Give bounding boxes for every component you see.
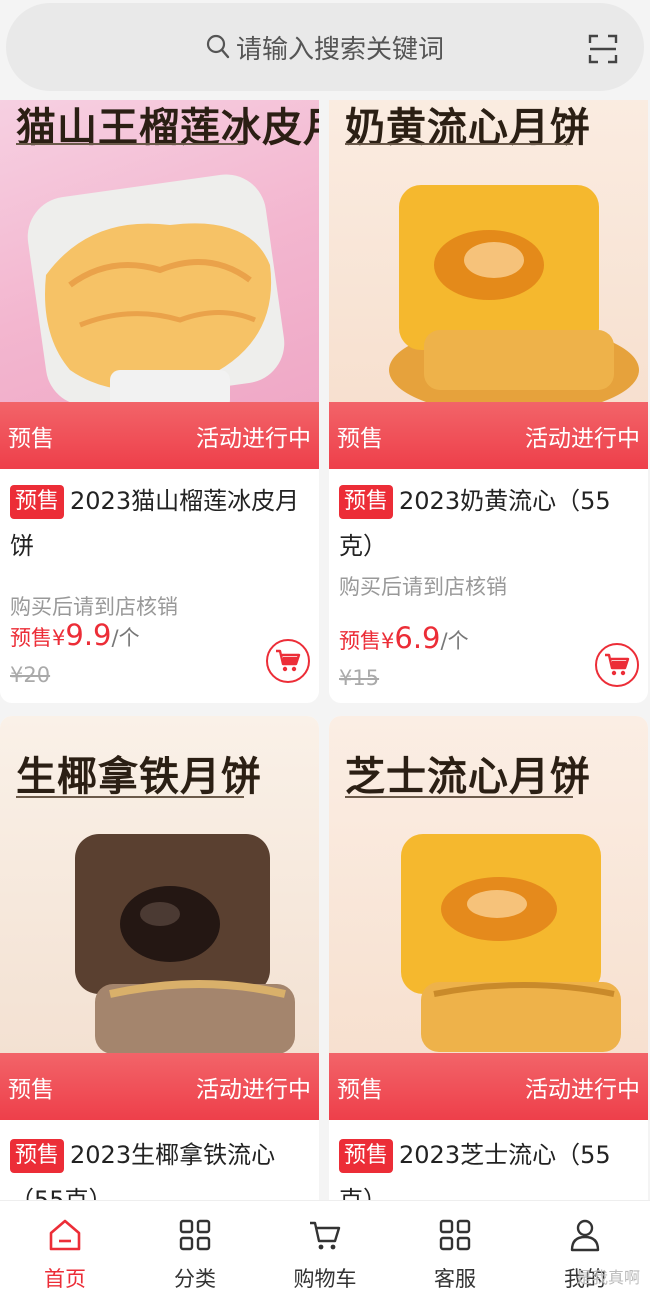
presale-banner: 预售 活动进行中 [329,402,648,469]
product-image-title: 生椰拿铁月饼 [16,753,262,800]
presale-label: 预售 [8,425,54,452]
nav-label: 购物车 [293,1267,357,1291]
presale-tag: 预售 [10,485,65,519]
presale-tag: 预售 [339,1139,394,1173]
search-bar[interactable]: 请输入搜索关键词 [6,3,644,91]
category-icon [179,1219,211,1251]
price-unit: /个 [440,629,469,653]
presale-banner: 预售 活动进行中 [0,1053,319,1120]
original-price: ¥15 [339,666,380,690]
cart-icon [310,1221,341,1250]
original-price: ¥20 [10,663,51,687]
activity-status: 活动进行中 [525,425,640,452]
nav-item-home[interactable]: 首页 [0,1201,130,1298]
nav-label: 分类 [174,1267,216,1291]
mooncake-image [389,185,639,405]
product-image[interactable]: 芝士流心月饼 [329,716,648,1056]
presale-tag: 预售 [10,1139,65,1173]
activity-status: 活动进行中 [196,1076,311,1103]
add-to-cart-button[interactable] [595,643,639,687]
price-row: 预售¥ 6.9 /个 [339,621,469,655]
product-card[interactable]: 芝士流心月饼 预售 活动进行中 预售2023芝士流心（55克） [329,716,648,1216]
product-info: 预售 2023奶黄流心（55克） 购买后请到店核销 [329,479,648,601]
activity-status: 活动进行中 [196,425,311,452]
product-image-title: 芝士流心月饼 [345,753,591,800]
search-header: 请输入搜索关键词 [0,0,650,100]
presale-label: 预售 [337,425,383,452]
nav-label: 首页 [44,1267,86,1291]
add-to-cart-button[interactable] [266,639,310,683]
price-row: 预售¥ 9.9 /个 [10,618,140,652]
nav-label: 客服 [434,1267,476,1291]
nav-item-cart[interactable]: 购物车 [260,1201,390,1298]
mooncake-image [401,834,621,1052]
cart-icon [276,649,301,672]
product-card[interactable]: 奶黄流心月饼 预售 活动进行中 预售 2023奶黄流心（55克） 购买后请到店核销… [329,45,648,703]
price-value: 6.9 [394,621,441,655]
product-name-row[interactable]: 预售 2023奶黄流心（55克） [339,479,638,569]
price-label: 预售¥ [10,626,66,650]
product-card[interactable]: 生椰拿铁月饼 预售 活动进行中 预售2023生椰拿铁流心（55克） [0,716,319,1216]
title-underline [345,796,573,798]
presale-tag: 预售 [339,485,394,519]
product-card[interactable]: 猫山王榴莲冰皮月饼 预售 活动进行中 预售2023猫山榴莲冰皮月饼 购买后请到店… [0,45,319,703]
price-label: 预售¥ [339,629,395,653]
bottom-nav: 首页 分类 购物车 客服 我的 [0,1200,650,1298]
price-value: 9.9 [65,618,112,652]
presale-banner: 预售 活动进行中 [329,1053,648,1120]
watermark: 是我真啊 [575,1268,640,1287]
search-icon [206,34,230,60]
title-underline [16,143,244,145]
search-placeholder: 请输入搜索关键词 [235,34,444,65]
nav-item-category[interactable]: 分类 [130,1201,260,1298]
mooncake-image [75,834,295,1054]
search-field[interactable]: 请输入搜索关键词 [6,3,644,91]
nav-item-service[interactable]: 客服 [390,1201,520,1298]
price-unit: /个 [111,626,140,650]
product-subtitle: 购买后请到店核销 [10,595,178,619]
title-underline [345,143,573,145]
product-name-row[interactable]: 预售 2023猫山榴莲冰皮月饼 [10,479,309,569]
presale-banner: 预售 活动进行中 [0,402,319,469]
home-icon [49,1219,81,1251]
product-subtitle: 购买后请到店核销 [339,575,507,599]
presale-label: 预售 [8,1076,54,1103]
cart-icon [605,653,630,676]
mooncake-image [27,174,285,405]
title-underline [16,796,244,798]
scan-icon[interactable] [588,33,618,69]
product-image[interactable]: 生椰拿铁月饼 [0,716,319,1056]
user-icon [570,1219,600,1252]
product-info: 预售 2023猫山榴莲冰皮月饼 购买后请到店核销 [0,479,319,621]
service-icon [439,1219,471,1251]
product-grid: 猫山王榴莲冰皮月饼 预售 活动进行中 预售2023猫山榴莲冰皮月饼 购买后请到店… [0,0,650,1298]
presale-label: 预售 [337,1076,383,1103]
activity-status: 活动进行中 [525,1076,640,1103]
